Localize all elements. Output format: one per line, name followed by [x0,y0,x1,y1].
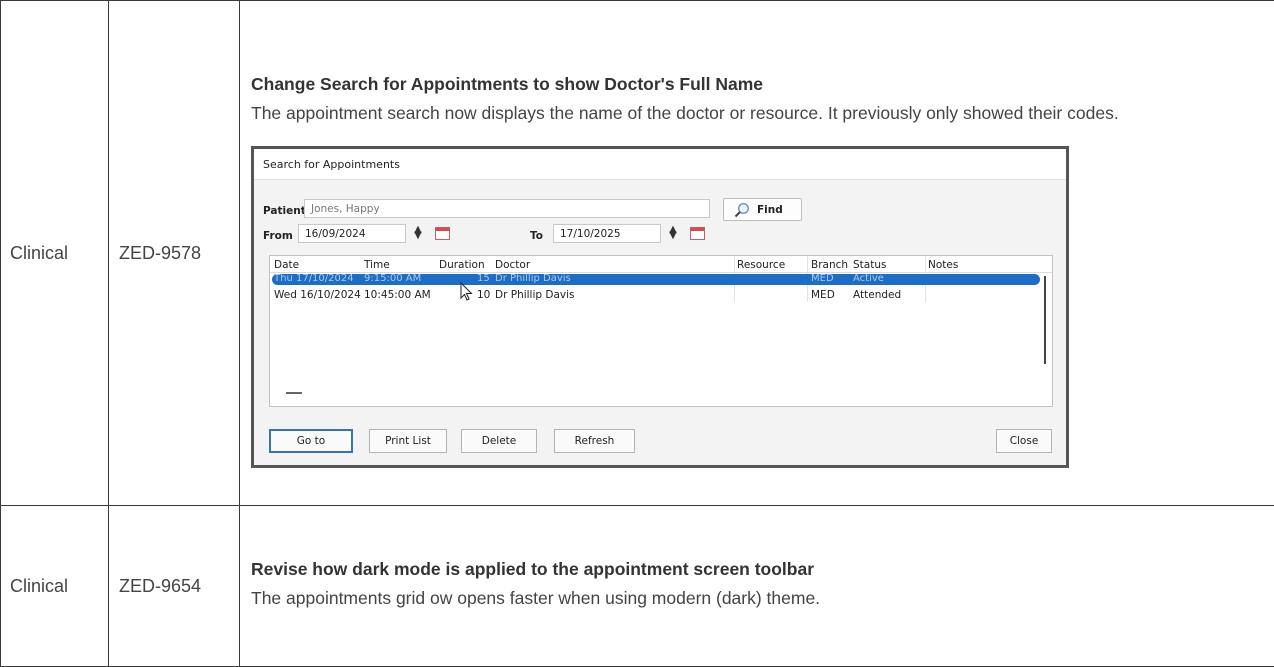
row-branch: MED [811,289,835,301]
patient-label: Patient [263,205,306,217]
from-label: From [263,230,293,242]
description-cell: Revise how dark mode is applied to the a… [240,506,1274,667]
column-header-duration[interactable]: Duration [439,259,485,271]
from-date-field[interactable]: 16/09/2024 [298,224,406,243]
item-title: Revise how dark mode is applied to the a… [251,559,1265,580]
row-date: Wed 16/10/2024 [274,289,361,301]
refresh-button[interactable]: Refresh [554,429,635,453]
appointments-grid[interactable]: Date Time Duration Doctor Resource Branc… [269,255,1053,407]
ticket-code-cell: ZED-9578 [109,1,240,506]
delete-button[interactable]: Delete [461,429,537,453]
grid-header: Date Time Duration Doctor Resource Branc… [270,256,1052,273]
item-description: The appointments grid ow opens faster wh… [251,583,1261,614]
to-date-field[interactable]: 17/10/2025 [553,224,661,243]
table-row: Clinical ZED-9578 Change Search for Appo… [1,1,1274,506]
item-description: The appointment search now displays the … [251,98,1261,129]
magnifier-icon [734,202,750,218]
item-title: Change Search for Appointments to show D… [251,74,1265,95]
mouse-cursor-icon [460,282,474,302]
close-button[interactable]: Close [996,429,1052,453]
column-header-status[interactable]: Status [853,259,886,271]
column-header-notes[interactable]: Notes [928,259,958,271]
column-header-date[interactable]: Date [274,259,299,271]
go-to-button[interactable]: Go to [269,429,353,453]
patient-field[interactable]: Jones, Happy [304,199,710,218]
column-header-time[interactable]: Time [364,259,390,271]
dialog-title: Search for Appointments [263,158,400,171]
to-date-spinner[interactable]: ▲▼ [668,227,678,239]
row-doctor: Dr Phillip Davis [495,273,571,284]
column-header-doctor[interactable]: Doctor [495,259,530,271]
row-time: 10:45:00 AM [364,289,434,301]
column-header-resource[interactable]: Resource [737,259,785,271]
search-appointments-dialog: Search for Appointments Patient Jones, H… [251,146,1069,468]
description-cell: Change Search for Appointments to show D… [240,1,1274,506]
release-notes-table: Clinical ZED-9578 Change Search for Appo… [0,0,1274,667]
vertical-scrollbar[interactable] [1044,276,1046,364]
dialog-titlebar: Search for Appointments [254,149,1066,180]
category-cell: Clinical [1,1,109,506]
release-notes-page: Clinical ZED-9578 Change Search for Appo… [0,0,1274,664]
table-row-selected[interactable]: Thu 17/10/2024 9:15:00 AM 15 Dr Phillip … [272,274,1040,285]
horizontal-scroll-thumb[interactable] [286,392,302,394]
row-duration: 15 [477,273,490,284]
row-status: Active [853,273,884,284]
from-calendar-icon[interactable] [435,227,450,240]
find-button[interactable]: Find [723,198,802,221]
to-calendar-icon[interactable] [690,227,705,240]
row-duration: 10 [477,289,490,301]
ticket-code-cell: ZED-9654 [109,506,240,667]
row-branch: MED [811,273,834,284]
category-cell: Clinical [1,506,109,667]
row-doctor: Dr Phillip Davis [495,289,575,301]
to-label: To [530,230,543,242]
column-header-branch[interactable]: Branch [811,259,848,271]
from-date-spinner[interactable]: ▲▼ [413,227,423,239]
row-status: Attended [853,289,901,301]
row-date: Thu 17/10/2024 [274,273,354,284]
print-list-button[interactable]: Print List [369,429,447,453]
row-time: 9:15:00 AM [364,273,421,284]
find-button-label: Find [757,204,783,216]
table-row: Clinical ZED-9654 Revise how dark mode i… [1,506,1274,667]
